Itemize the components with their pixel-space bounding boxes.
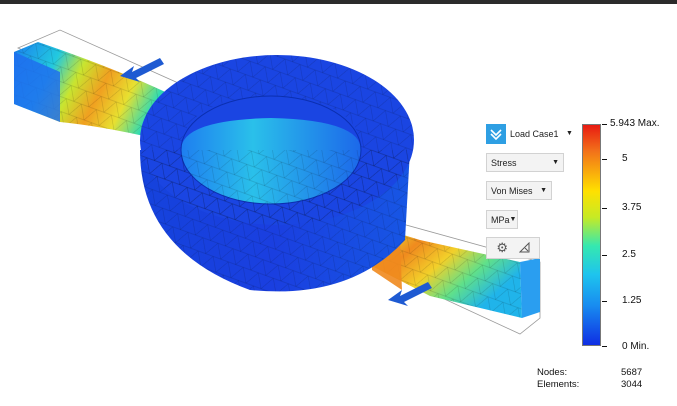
legend-tick: [602, 159, 607, 160]
stress-type-value: Von Mises: [491, 185, 533, 196]
result-type-dropdown[interactable]: Stress ▼: [486, 153, 564, 172]
legend-tick: [602, 208, 607, 209]
gear-icon[interactable]: ⚙: [496, 240, 508, 256]
units-value: MPa: [491, 214, 510, 225]
chevron-down-icon: ▼: [566, 130, 573, 137]
legend-tick: [602, 346, 607, 347]
legend-tick-label: 3.75: [622, 202, 642, 213]
legend-tick: [602, 255, 607, 256]
model-viewport[interactable]: [0, 4, 677, 406]
nodes-value: 5687: [621, 367, 643, 378]
legend-tick-label: 1.25: [622, 295, 642, 306]
elements-value: 3044: [621, 379, 643, 390]
legend-tick: [602, 301, 607, 302]
display-options-toolbar: ⚙: [486, 237, 540, 259]
chevron-down-icon: ▼: [540, 187, 547, 194]
result-type-value: Stress: [491, 157, 517, 168]
legend-tick: [602, 124, 607, 125]
triangle-icon[interactable]: [518, 241, 530, 255]
legend-tick-label: 2.5: [622, 249, 636, 260]
stress-type-dropdown[interactable]: Von Mises ▼: [486, 181, 552, 200]
load-case-selector[interactable]: Load Case1 ▼: [486, 124, 584, 144]
chevron-down-icon: ▼: [552, 159, 559, 166]
nodes-label: Nodes:: [537, 367, 568, 378]
chevron-down-icon: ▼: [509, 216, 517, 223]
load-case-label: Load Case1: [510, 129, 559, 139]
stress-color-legend: [582, 124, 601, 346]
units-dropdown[interactable]: MPa ▼: [486, 210, 518, 229]
elements-label: Elements:: [537, 379, 580, 390]
ring-body: [140, 55, 414, 292]
legend-tick-label: 5: [622, 153, 628, 164]
legend-min-label: 0 Min.: [622, 341, 650, 352]
load-case-icon: [486, 124, 506, 144]
legend-max-label: 5.943 Max.: [610, 118, 660, 129]
